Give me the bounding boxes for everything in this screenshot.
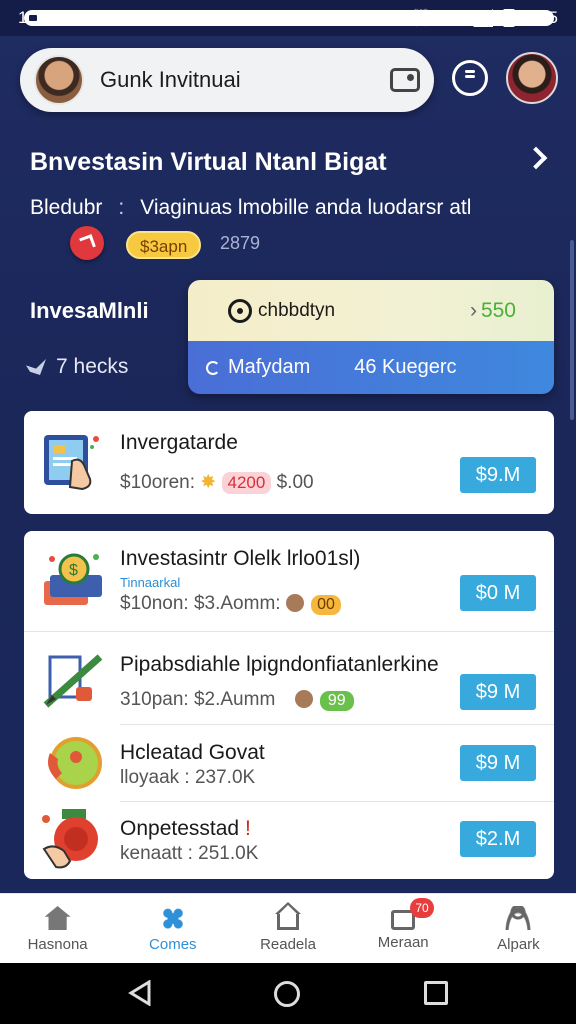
nav-item-house[interactable]: Readela xyxy=(230,894,345,963)
money-box-icon: $ xyxy=(42,551,104,613)
scrollbar[interactable] xyxy=(570,240,574,420)
card-subtitle: 310pan: $2.Aumm 99 xyxy=(120,689,354,711)
card-subtitle: $10non: $3.Aomm: 00 xyxy=(120,593,341,615)
card-title-text: Onpetesstad xyxy=(120,817,240,840)
value-button[interactable]: $9 M xyxy=(460,674,536,710)
card-subtitle: kenaatt : 251.0K xyxy=(120,843,259,864)
investment-list-card: $ Investasintr Olelk lrlo01sl) Tinnaarka… xyxy=(24,531,554,879)
subtitle-row: Bledubr : Viaginuas lmobille anda luodar… xyxy=(30,196,471,220)
bottom-nav: Hasnona Comes Readela Meraan Alpark xyxy=(0,893,576,963)
nav-item-games[interactable]: Comes xyxy=(115,894,230,963)
svg-text:$: $ xyxy=(69,562,78,579)
target-icon xyxy=(228,298,252,323)
card-subtitle: lloyaak : 237.0K xyxy=(120,767,256,788)
card-sub-text: $10non: $3.Aomm: xyxy=(120,593,281,614)
value-button[interactable]: $9 M xyxy=(460,745,536,781)
alert-mark-icon: ! xyxy=(244,817,251,840)
nav-label: Hasnona xyxy=(27,936,88,953)
stats-top-label: chbbdtyn xyxy=(258,299,336,321)
scan-icon[interactable] xyxy=(390,68,420,92)
nav-item-shop[interactable]: Meraan xyxy=(346,894,461,963)
card-subtitle: $10oren: ✸ 4200 $.00 xyxy=(120,471,314,494)
red-action-icon[interactable] xyxy=(70,226,104,260)
subtitle-label: Bledubr xyxy=(30,196,103,219)
divider xyxy=(120,724,554,725)
price-pill[interactable]: $3apn xyxy=(126,231,202,259)
house-icon xyxy=(277,914,299,930)
card-title: Investasintr Olelk lrlo01sl) xyxy=(120,547,361,570)
card-title: Pipabsdiahle lpigndonfiatanlerkine xyxy=(120,653,439,676)
card-badge: 4200 xyxy=(221,472,272,494)
home-icon xyxy=(44,906,71,930)
arrow-right-icon: › xyxy=(469,298,477,322)
back-icon[interactable] xyxy=(127,980,153,1006)
checks-label: 7 hecks xyxy=(56,355,129,378)
stats-top-value: › 550 xyxy=(470,299,516,323)
status-bar: 18:39 ✈ ⏰ 8:25 xyxy=(0,0,576,36)
star-icon: ✸ xyxy=(200,472,217,493)
globe-phone-icon xyxy=(42,733,104,795)
stats-card-top: chbbdtyn › 550 xyxy=(188,280,554,341)
mini-avatar xyxy=(285,594,304,612)
nav-item-profile[interactable]: Alpark xyxy=(461,894,576,963)
nav-label: Meraan xyxy=(377,934,429,951)
stats-bottom-right: 46 Kuegerc xyxy=(354,356,457,378)
stats-card-bottom: Mafydam 46 Kuegerc xyxy=(188,341,554,394)
nav-item-home[interactable]: Hasnona xyxy=(0,894,115,963)
card-title: Invergatarde xyxy=(120,431,238,454)
avatar[interactable] xyxy=(34,55,84,105)
notification-badge: 70 xyxy=(410,898,434,918)
nav-label: Alpark xyxy=(497,936,540,953)
nav-label: Comes xyxy=(149,936,197,953)
card-extra: $.00 xyxy=(276,472,314,493)
stats-label: InvesaMlnli xyxy=(30,298,149,323)
stats-bottom-left: Mafydam xyxy=(228,356,311,378)
app-screen: 18:39 ✈ ⏰ 8:25 Gunk Invitnuai Bnvestasin… xyxy=(0,0,576,1024)
subtitle-description: Viaginuas lmobille anda luodarsr atl xyxy=(140,196,472,219)
chevron-right-icon[interactable] xyxy=(524,146,548,170)
chat-icon[interactable] xyxy=(452,60,488,96)
pencil-tools-icon xyxy=(42,649,104,711)
refresh-icon xyxy=(206,360,220,375)
card-sub-text: $10oren: xyxy=(120,472,196,493)
nav-label: Readela xyxy=(260,936,316,953)
card-badge: 99 xyxy=(319,691,354,711)
card-title: Hcleatad Govat xyxy=(120,741,265,764)
recents-icon[interactable] xyxy=(424,981,448,1005)
tablet-hand-icon xyxy=(42,431,104,493)
card-badge: 00 xyxy=(311,595,341,615)
hand-coin-icon xyxy=(42,809,104,871)
bird-icon xyxy=(26,359,46,375)
app-notification-icon xyxy=(24,10,554,26)
card-title: Onpetesstad ! xyxy=(120,817,251,841)
stats-top-number: 550 xyxy=(480,298,516,322)
checks-row: 7 hecks xyxy=(26,355,128,379)
search-bar[interactable]: Gunk Invitnuai xyxy=(20,48,434,112)
value-button[interactable]: $9.M xyxy=(460,457,536,493)
card-sub-text: 310pan: $2.Aumm xyxy=(120,689,276,710)
home-button-icon[interactable] xyxy=(274,981,300,1007)
page-title: Bnvestasin Virtual Ntanl Bigat xyxy=(30,148,387,176)
games-icon xyxy=(159,906,186,930)
divider xyxy=(120,801,554,802)
system-nav-bar xyxy=(0,963,576,1024)
card-tag: Tinnaarkal xyxy=(120,575,181,590)
investment-card[interactable]: Invergatarde $10oren: ✸ 4200 $.00 $9.M xyxy=(24,411,554,514)
divider xyxy=(24,631,554,632)
value-button[interactable]: $2.M xyxy=(460,821,536,857)
value-button[interactable]: $0 M xyxy=(460,575,536,611)
mini-avatar xyxy=(294,690,313,708)
count-label: 2879 xyxy=(220,233,261,253)
stats-card[interactable]: chbbdtyn › 550 Mafydam 46 Kuegerc xyxy=(188,280,554,394)
search-text[interactable]: Gunk Invitnuai xyxy=(100,67,241,93)
user-icon xyxy=(505,906,532,930)
subtitle-separator: : xyxy=(118,196,125,219)
profile-avatar[interactable] xyxy=(506,52,558,104)
